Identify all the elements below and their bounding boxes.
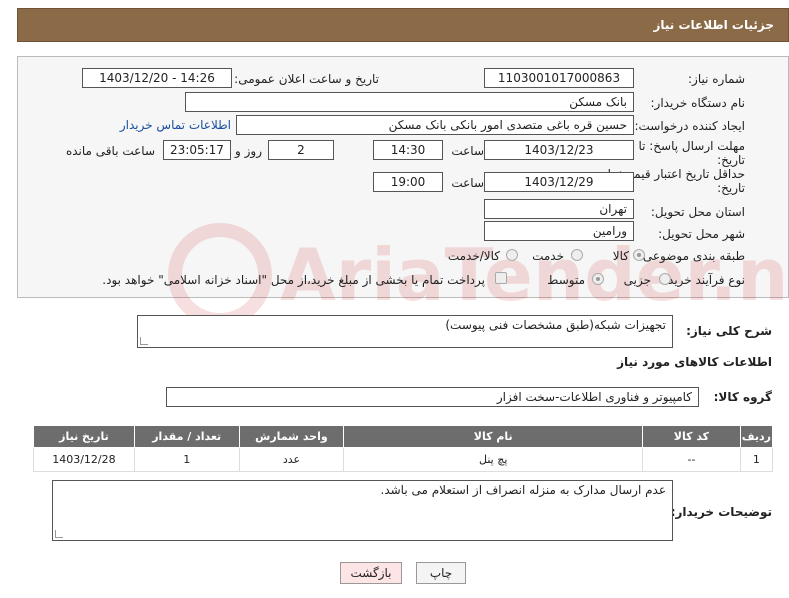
announce-datetime-label: تاریخ و ساعت اعلان عمومی: xyxy=(234,72,379,86)
col-quantity: تعداد / مقدار xyxy=(133,425,240,448)
treasury-payment-checkbox[interactable] xyxy=(495,272,507,284)
reply-deadline-label: مهلت ارسال پاسخ: تا xyxy=(638,139,745,153)
buyer-contact-link[interactable]: اطلاعات تماس خریدار xyxy=(120,118,231,132)
announce-datetime-field: 1403/12/20 - 14:26 xyxy=(82,68,232,88)
print-button[interactable]: چاپ xyxy=(416,562,466,584)
days-label: روز و xyxy=(235,144,262,158)
price-validity-date-field: 1403/12/29 xyxy=(484,172,634,192)
requester-field: حسین قره باغی متصدی امور بانکی بانک مسکن xyxy=(236,115,634,135)
requester-label: ایجاد کننده درخواست: xyxy=(634,119,745,133)
col-item-code: کد کالا xyxy=(642,425,741,448)
cell-quantity: 1 xyxy=(133,447,240,472)
col-item-name: نام کالا xyxy=(343,425,644,448)
category-goods-service-radio[interactable] xyxy=(506,249,518,261)
days-field: 2 xyxy=(268,140,334,160)
reply-deadline-label-2: تاریخ: xyxy=(717,153,745,167)
price-validity-label-2: تاریخ: xyxy=(717,181,745,195)
resize-handle-icon[interactable] xyxy=(140,337,148,345)
cell-item-name: پچ پنل xyxy=(343,447,644,472)
category-goods-service-label: کالا/خدمت xyxy=(447,249,500,263)
province-field: تهران xyxy=(484,199,634,219)
price-validity-time-label: ساعت xyxy=(451,176,484,190)
buyer-notes-field: عدم ارسال مدارک به منزله انصراف از استعل… xyxy=(52,480,673,541)
category-goods-radio[interactable] xyxy=(633,249,645,261)
category-label: طبقه بندی موضوعی: xyxy=(638,249,745,263)
buyer-org-label: نام دستگاه خریدار: xyxy=(650,96,746,110)
province-label: استان محل تحویل: xyxy=(650,205,745,219)
goods-section-title: اطلاعات کالاهای مورد نیاز xyxy=(617,355,772,369)
category-goods-label: کالا xyxy=(612,249,629,263)
resize-handle-icon[interactable] xyxy=(55,530,63,538)
process-type-label: نوع فرآیند خرید : xyxy=(660,273,745,287)
price-validity-time-field: 19:00 xyxy=(373,172,443,192)
goods-table: ردیف کد کالا نام کالا واحد شمارش تعداد /… xyxy=(33,425,774,472)
process-minor-radio[interactable] xyxy=(659,273,671,285)
buyer-notes-label: توضیحات خریدار: xyxy=(670,505,772,519)
table-row: 1 -- پچ پنل عدد 1 1403/12/28 xyxy=(33,447,774,472)
treasury-payment-note: پرداخت تمام یا بخشی از مبلغ خرید،از محل … xyxy=(102,273,485,287)
page-header: جزئیات اطلاعات نیاز xyxy=(17,8,789,42)
col-need-date: تاریخ نیاز xyxy=(33,425,135,448)
col-row-number: ردیف xyxy=(739,425,774,448)
description-label: شرح کلی نیاز: xyxy=(686,324,772,338)
reply-time-label: ساعت xyxy=(451,144,484,158)
cell-item-code: -- xyxy=(642,447,741,472)
goods-group-field: کامپیوتر و فناوری اطلاعات-سخت افزار xyxy=(166,387,699,407)
cell-row-number: 1 xyxy=(739,447,774,472)
reply-date-field: 1403/12/23 xyxy=(484,140,634,160)
back-button[interactable]: بازگشت xyxy=(340,562,402,584)
cell-need-date: 1403/12/28 xyxy=(33,447,135,472)
process-minor-label: جزیی xyxy=(623,273,651,287)
city-label: شهر محل تحویل: xyxy=(658,227,745,241)
goods-group-label: گروه کالا: xyxy=(713,390,772,404)
city-field: ورامین xyxy=(484,221,634,241)
cell-unit: عدد xyxy=(238,447,345,472)
description-field: تجهیزات شبکه(طبق مشخصات فنی پیوست) xyxy=(137,315,673,348)
process-medium-radio[interactable] xyxy=(592,273,604,285)
reply-time-field: 14:30 xyxy=(373,140,443,160)
category-service-label: خدمت xyxy=(532,249,564,263)
need-number-field: 1103001017000863 xyxy=(484,68,634,88)
buyer-org-field: بانک مسکن xyxy=(185,92,634,112)
need-number-label: شماره نیاز: xyxy=(688,72,745,86)
col-unit: واحد شمارش xyxy=(238,425,345,448)
category-service-radio[interactable] xyxy=(571,249,583,261)
buyer-notes-text: عدم ارسال مدارک به منزله انصراف از استعل… xyxy=(380,483,667,497)
page-title: جزئیات اطلاعات نیاز xyxy=(653,18,774,32)
description-text: تجهیزات شبکه(طبق مشخصات فنی پیوست) xyxy=(445,318,666,332)
table-header-row: ردیف کد کالا نام کالا واحد شمارش تعداد /… xyxy=(33,425,774,448)
process-medium-label: متوسط xyxy=(547,273,585,287)
remaining-time-field: 23:05:17 xyxy=(163,140,231,160)
remaining-label: ساعت باقی مانده xyxy=(65,144,155,158)
